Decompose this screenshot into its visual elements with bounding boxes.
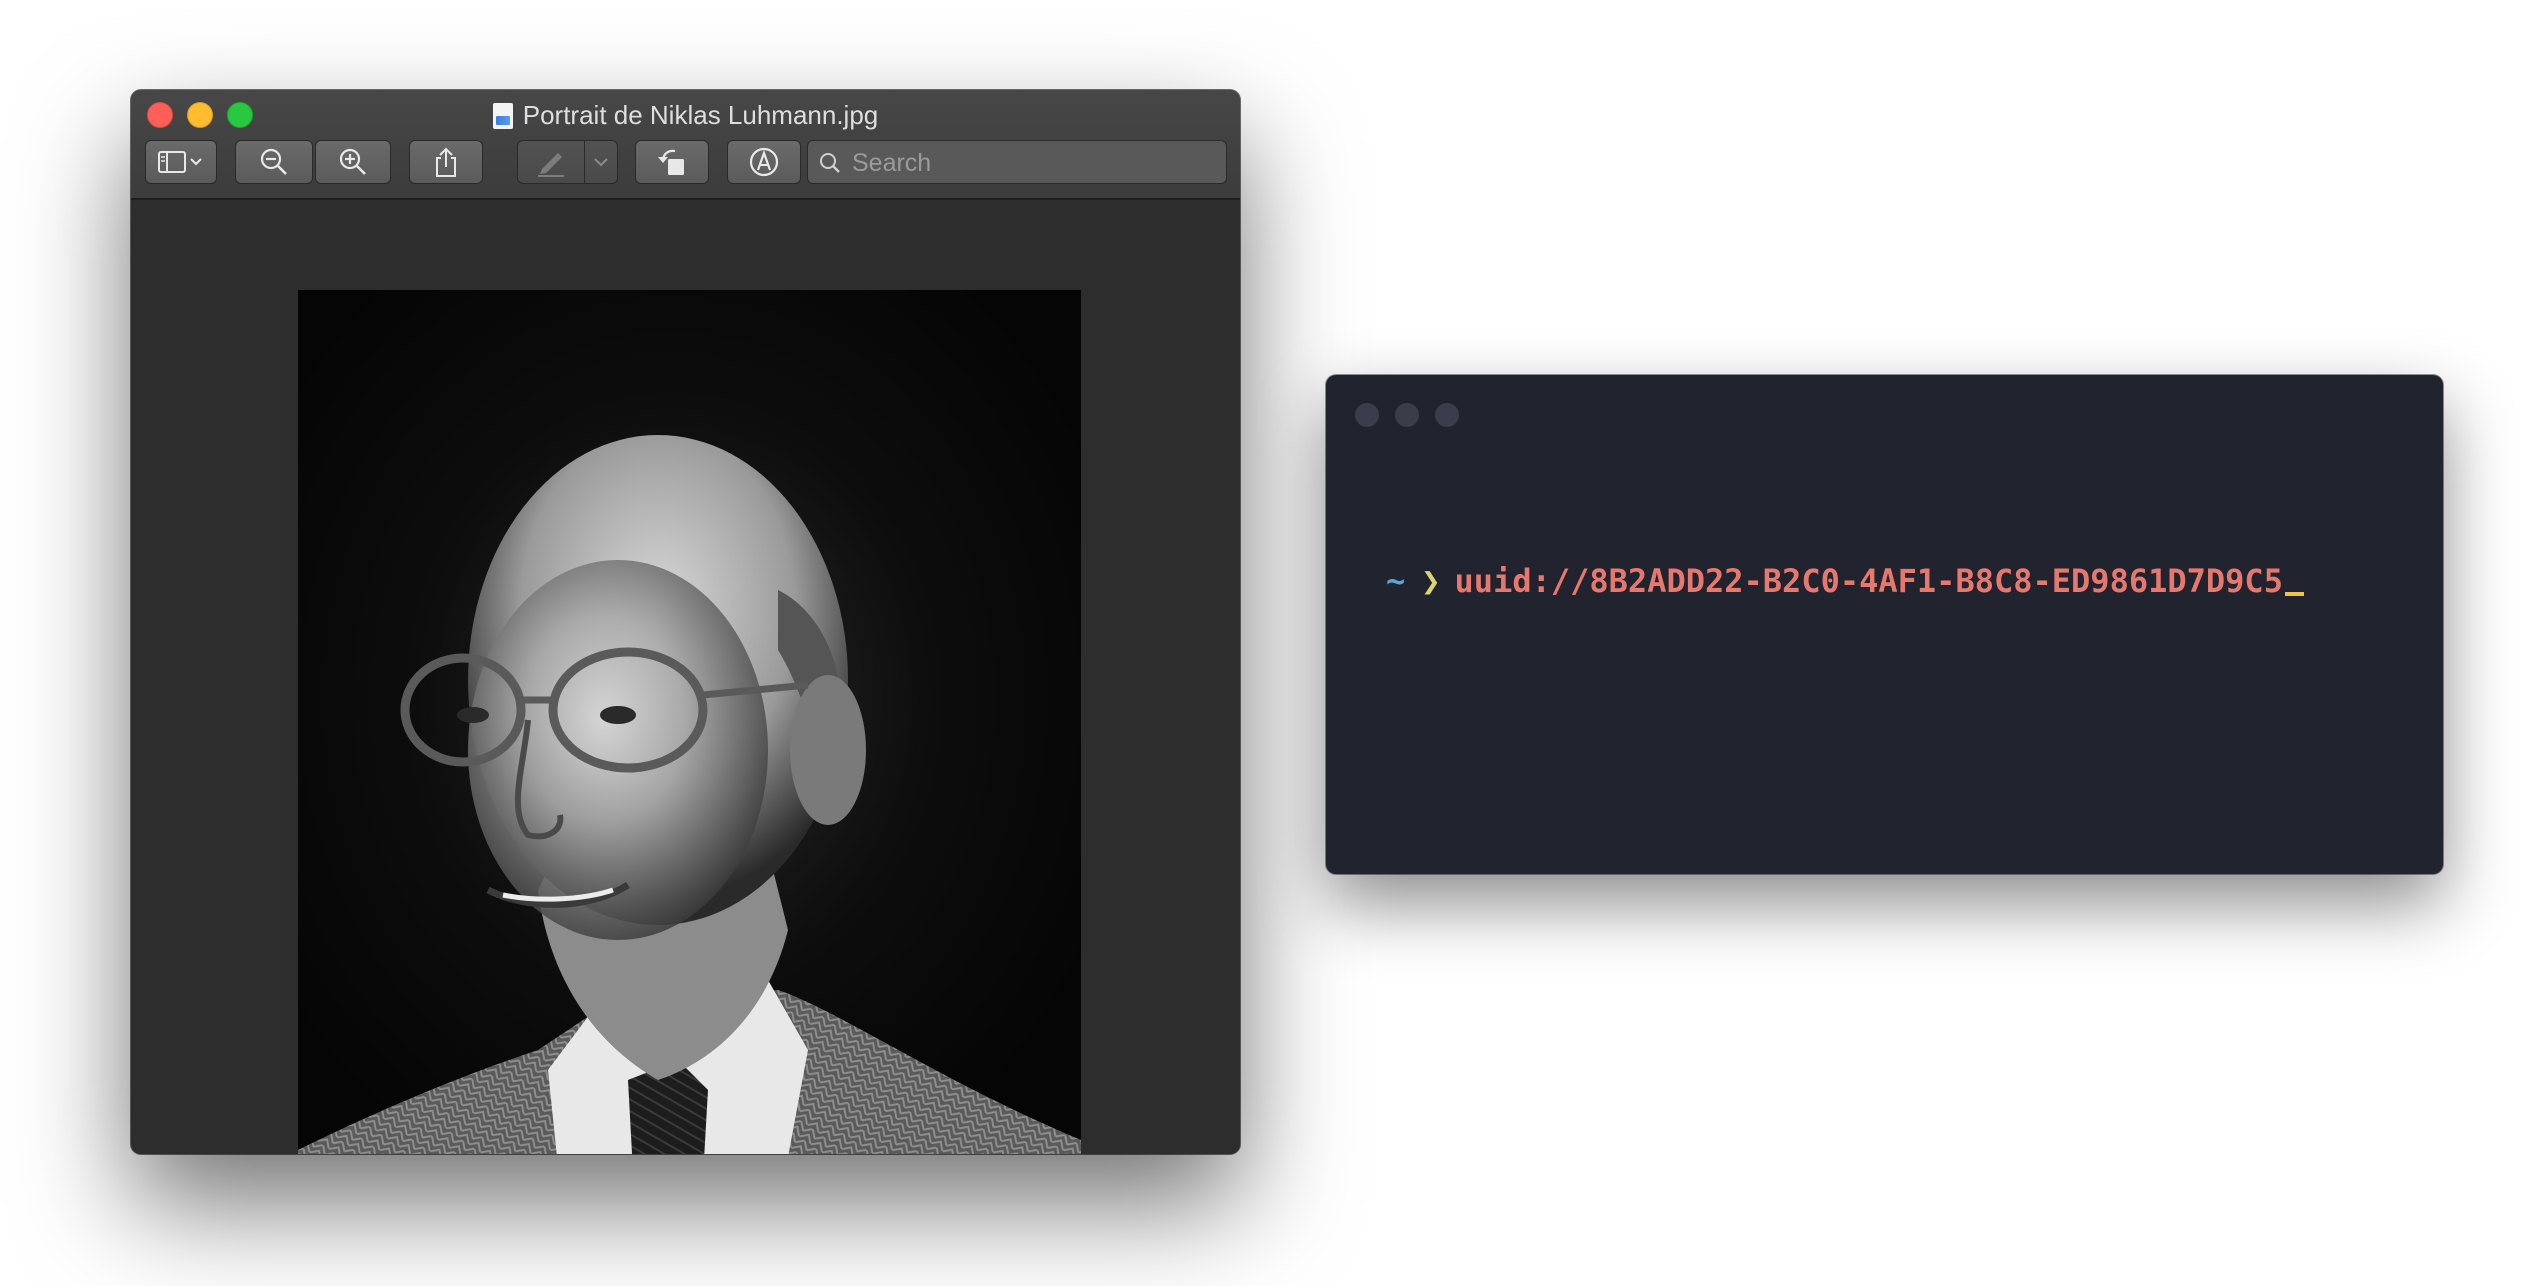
zoom-out-icon (260, 148, 287, 175)
zoom-in-button[interactable] (315, 140, 391, 184)
search-input[interactable] (850, 147, 1214, 179)
markup-button[interactable] (727, 140, 801, 184)
portrait-photo (298, 290, 1081, 1154)
preview-window: Portrait de Niklas Luhmann.jpg (131, 90, 1240, 1154)
zoom-out-button[interactable] (235, 140, 313, 184)
search-field[interactable] (807, 140, 1227, 184)
sidebar-icon (158, 151, 202, 173)
rotate-left-icon (658, 149, 684, 175)
window-title: Portrait de Niklas Luhmann.jpg (131, 98, 1240, 132)
sidebar-toggle-button[interactable] (145, 140, 217, 184)
search-icon (820, 153, 840, 173)
chevron-down-icon (594, 158, 608, 167)
share-button[interactable] (409, 140, 483, 184)
markup-pen-button[interactable] (517, 140, 585, 184)
terminal-window[interactable]: ~ ❯ uuid://8B2ADD22-B2C0-4AF1-B8C8-ED9861D… (1326, 375, 2443, 874)
prompt-directory: ~ (1386, 562, 1406, 600)
terminal-close-button[interactable] (1355, 403, 1379, 427)
rotate-button[interactable] (635, 140, 709, 184)
text-cursor (2284, 592, 2304, 596)
image-canvas[interactable] (131, 200, 1240, 1154)
jpeg-document-icon (492, 103, 513, 129)
markup-icon (749, 147, 779, 177)
prompt-symbol: ❯ (1421, 562, 1441, 600)
preview-titlebar[interactable]: Portrait de Niklas Luhmann.jpg (131, 90, 1240, 200)
pen-icon (538, 153, 564, 177)
portrait-image (298, 435, 1081, 1154)
command-text: uuid://8B2ADD22-B2C0-4AF1-B8C8-ED9861D7D… (1454, 562, 2283, 600)
terminal-zoom-button[interactable] (1435, 403, 1459, 427)
zoom-in-icon (339, 148, 366, 175)
terminal-prompt-line[interactable]: ~ ❯ uuid://8B2ADD22-B2C0-4AF1-B8C8-ED9861D… (1386, 559, 2304, 603)
window-title-text: Portrait de Niklas Luhmann.jpg (522, 100, 879, 130)
terminal-minimize-button[interactable] (1395, 403, 1419, 427)
share-icon (436, 147, 456, 177)
markup-pen-menu-button[interactable] (584, 140, 618, 184)
